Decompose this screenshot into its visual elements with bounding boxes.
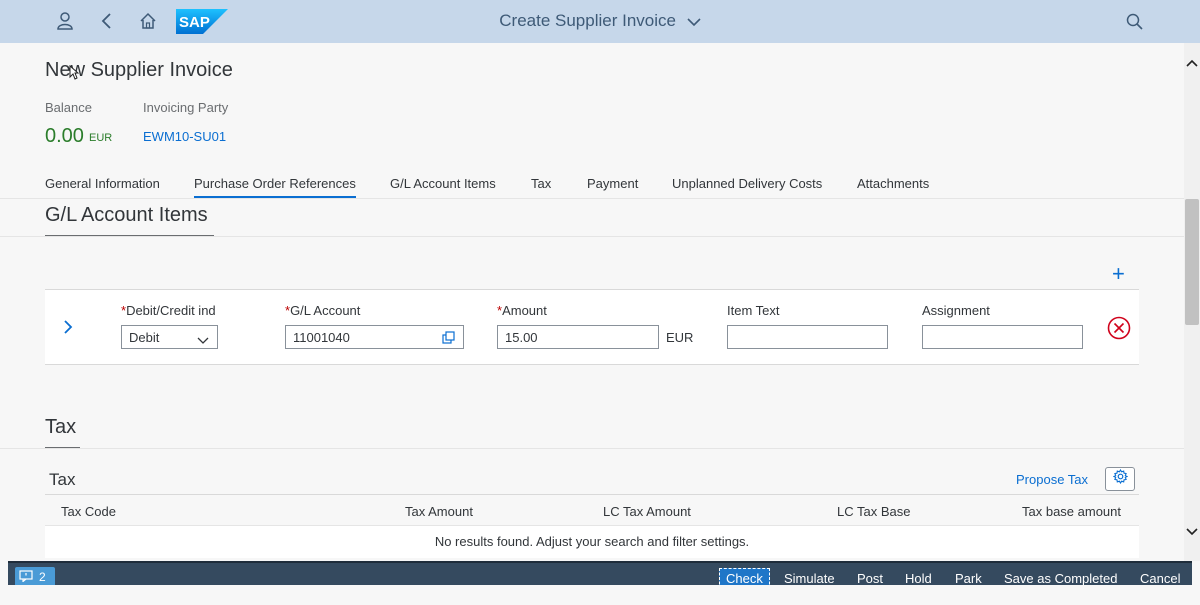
footer-toolbar: 2 Check Simulate Post Hold Park Save as … — [8, 561, 1192, 589]
column-lc-tax-base[interactable]: LC Tax Base — [837, 504, 910, 519]
column-tax-amount[interactable]: Tax Amount — [405, 504, 473, 519]
messages-button[interactable]: 2 — [15, 567, 55, 587]
section-divider — [0, 448, 1184, 449]
debit-credit-label-text: Debit/Credit ind — [126, 303, 216, 318]
assignment-label: Assignment — [922, 303, 990, 318]
gl-item-row: *Debit/Credit ind Debit *G/L Account 110… — [45, 289, 1139, 365]
shell-bar: SAP Create Supplier Invoice — [0, 0, 1200, 43]
debit-credit-select[interactable]: Debit — [121, 325, 218, 349]
post-button[interactable]: Post — [857, 571, 883, 586]
hold-button[interactable]: Hold — [905, 571, 932, 586]
gl-section-title: G/L Account Items — [45, 204, 208, 226]
amount-label: *Amount — [497, 303, 547, 318]
tab-attachments[interactable]: Attachments — [857, 176, 929, 191]
tab-gl-account-items[interactable]: G/L Account Items — [390, 176, 496, 191]
column-tax-code[interactable]: Tax Code — [61, 504, 116, 519]
chevron-down-icon — [687, 12, 701, 32]
bottom-strip — [0, 585, 1200, 605]
balance-currency: EUR — [89, 132, 113, 144]
gl-account-input[interactable]: 11001040 — [285, 325, 464, 349]
anchor-bar: General Information Purchase Order Refer… — [0, 170, 1184, 199]
invoicing-party-link[interactable]: EWM10-SU01 — [143, 129, 226, 144]
amount-input[interactable]: 15.00 — [497, 325, 659, 349]
scroll-down-icon[interactable] — [1186, 526, 1198, 538]
no-results-message: No results found. Adjust your search and… — [45, 526, 1139, 558]
gear-icon — [1112, 468, 1128, 489]
tab-unplanned-delivery-costs[interactable]: Unplanned Delivery Costs — [672, 176, 822, 191]
amount-label-text: Amount — [502, 303, 547, 318]
table-header: Tax Code Tax Amount LC Tax Amount LC Tax… — [45, 494, 1139, 526]
gl-account-value: 11001040 — [293, 330, 350, 345]
message-count: 2 — [39, 570, 46, 584]
tab-general-information[interactable]: General Information — [45, 176, 160, 191]
scrollbar-thumb[interactable] — [1185, 199, 1199, 325]
cancel-button[interactable]: Cancel — [1140, 571, 1180, 586]
tax-table-title: Tax — [49, 470, 76, 489]
chevron-down-icon — [197, 333, 209, 348]
tab-payment[interactable]: Payment — [587, 176, 638, 191]
app-title-menu[interactable]: Create Supplier Invoice — [0, 11, 1200, 32]
search-icon[interactable] — [1121, 8, 1147, 34]
tax-table: Tax Propose Tax Tax Code Tax Amount LC T… — [45, 458, 1139, 561]
invoicing-party-label: Invoicing Party — [143, 100, 229, 115]
amount-value: 15.00 — [505, 330, 538, 345]
message-icon — [19, 569, 33, 585]
gl-account-label-text: G/L Account — [290, 303, 361, 318]
expand-row-icon[interactable] — [63, 320, 73, 339]
item-text-label: Item Text — [727, 303, 780, 318]
assignment-input[interactable] — [922, 325, 1083, 349]
debit-credit-value: Debit — [129, 330, 160, 345]
app-title: Create Supplier Invoice — [499, 11, 676, 30]
column-tax-base-amount[interactable]: Tax base amount — [1022, 504, 1121, 519]
column-lc-tax-amount[interactable]: LC Tax Amount — [603, 504, 691, 519]
save-as-completed-button[interactable]: Save as Completed — [1004, 571, 1117, 586]
amount-currency: EUR — [666, 330, 694, 345]
tax-section-title: Tax — [45, 416, 77, 438]
tab-tax[interactable]: Tax — [531, 176, 551, 191]
value-help-icon[interactable] — [442, 331, 455, 347]
propose-tax-button[interactable]: Propose Tax — [1016, 472, 1088, 487]
scroll-up-icon[interactable] — [1186, 57, 1198, 69]
balance-label: Balance — [45, 100, 92, 115]
item-text-input[interactable] — [727, 325, 888, 349]
balance-value: 0.00 — [45, 125, 84, 147]
section-divider — [0, 236, 1184, 237]
mouse-cursor-icon — [69, 64, 80, 85]
simulate-button[interactable]: Simulate — [784, 571, 835, 586]
add-item-icon[interactable]: + — [1112, 263, 1125, 285]
table-settings-button[interactable] — [1105, 467, 1135, 491]
gl-account-label: *G/L Account — [285, 303, 360, 318]
park-button[interactable]: Park — [955, 571, 982, 586]
page-content: G/L Account Items + *Debit/Credit ind De… — [0, 199, 1184, 561]
debit-credit-label: *Debit/Credit ind — [121, 303, 216, 318]
vertical-scrollbar[interactable] — [1184, 43, 1200, 561]
tab-purchase-order-references[interactable]: Purchase Order References — [194, 176, 356, 198]
delete-row-icon[interactable] — [1107, 316, 1131, 345]
